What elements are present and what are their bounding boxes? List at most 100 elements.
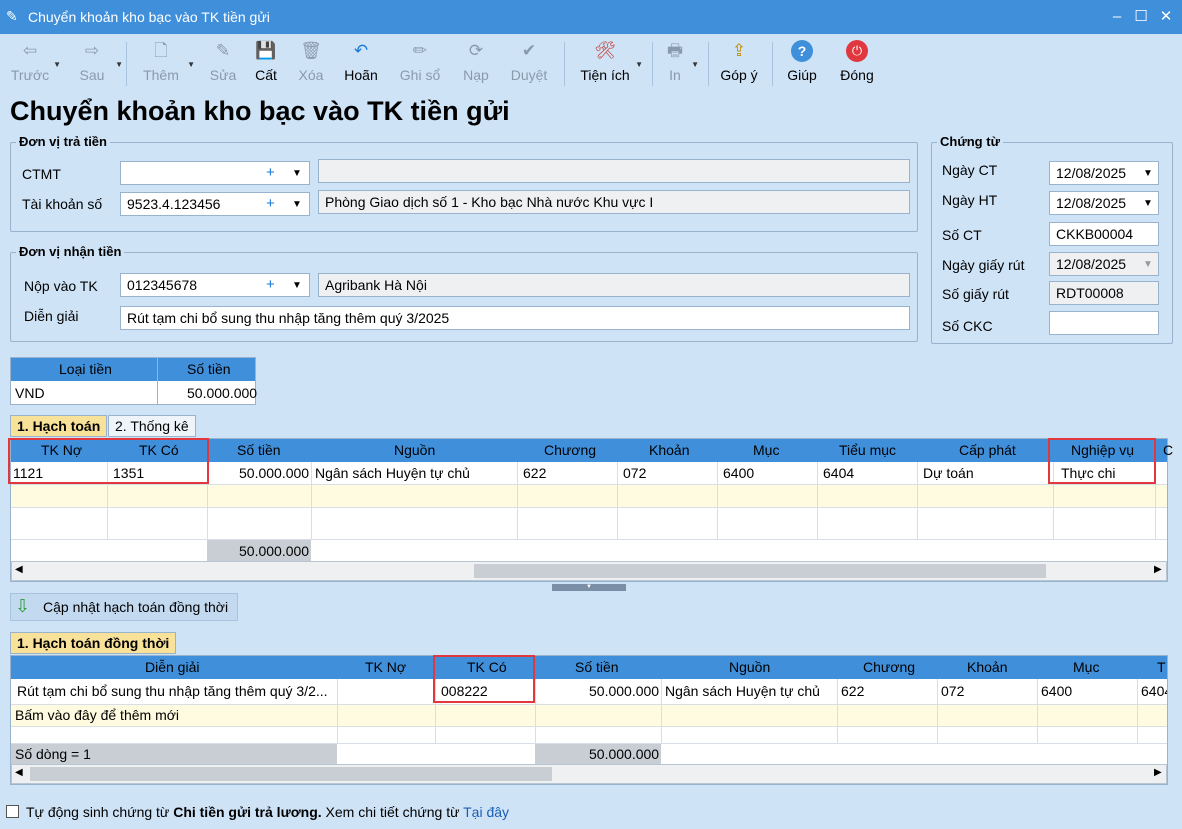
add-icon[interactable]: + bbox=[266, 276, 275, 293]
dropdown-icon[interactable]: ▼ bbox=[115, 60, 123, 69]
maximize-button[interactable]: ☐ bbox=[1130, 6, 1152, 28]
row-amount[interactable]: 50.000.000 bbox=[589, 683, 659, 699]
column-divider bbox=[817, 462, 818, 540]
add-icon[interactable]: + bbox=[266, 195, 275, 212]
utility-button[interactable]: 🛠 Tiện ích ▼ bbox=[576, 34, 643, 92]
row-source[interactable]: Ngân sách Huyện tự chủ bbox=[315, 465, 470, 481]
add-button[interactable]: 🗋 Thêm ▼ bbox=[136, 34, 195, 92]
save-button[interactable]: 💾 Cất bbox=[248, 34, 284, 92]
row-count: Số dòng = 1 bbox=[15, 746, 91, 762]
page-title: Chuyển khoản kho bạc vào TK tiền gửi bbox=[10, 96, 510, 126]
row-amount[interactable]: 50.000.000 bbox=[239, 465, 309, 481]
scroll-thumb[interactable] bbox=[30, 767, 552, 781]
new-row[interactable] bbox=[11, 484, 1167, 507]
update-accounting-button[interactable]: ⇩ Cập nhật hạch toán đồng thời bbox=[10, 593, 238, 621]
currency-type[interactable]: VND bbox=[15, 385, 45, 401]
scroll-thumb[interactable] bbox=[474, 564, 1046, 578]
row-chapter[interactable]: 622 bbox=[523, 465, 546, 481]
auto-generate-checkbox[interactable] bbox=[6, 805, 19, 818]
row-khoan[interactable]: 072 bbox=[941, 683, 964, 699]
description-input[interactable]: Rút tạm chi bổ sung thu nhập tăng thêm q… bbox=[120, 306, 910, 330]
feedback-button[interactable]: ⇪ Góp ý bbox=[716, 34, 762, 92]
close-window-button[interactable]: ✕ bbox=[1155, 6, 1177, 28]
undo-button[interactable]: ↶ Hoãn bbox=[338, 34, 384, 92]
dropdown-icon[interactable]: ▼ bbox=[53, 60, 61, 69]
delete-document-icon: 🗑 bbox=[300, 41, 322, 60]
row-muc[interactable]: 6400 bbox=[723, 465, 754, 481]
chevron-down-icon[interactable]: ▼ bbox=[292, 280, 302, 291]
minimize-button[interactable]: ‒ bbox=[1106, 6, 1128, 28]
tab-concurrent-accounting[interactable]: 1. Hạch toán đồng thời bbox=[10, 632, 177, 654]
so-ckc-input[interactable] bbox=[1049, 311, 1159, 335]
approve-button[interactable]: ✔ Duyệt bbox=[504, 34, 554, 92]
load-button[interactable]: ⟳ Nạp bbox=[456, 34, 496, 92]
row-description[interactable]: Rút tạm chi bổ sung thu nhập tăng thêm q… bbox=[17, 683, 333, 699]
new-document-icon: 🗋 bbox=[154, 41, 168, 60]
col-muc: Mục bbox=[753, 442, 780, 458]
edit-button[interactable]: ✎ Sửa bbox=[203, 34, 243, 92]
currency-amount[interactable]: 50.000.000 bbox=[187, 385, 257, 401]
add-new-row[interactable] bbox=[11, 704, 1167, 726]
help-button[interactable]: ? Giúp bbox=[782, 34, 822, 92]
horizontal-scrollbar[interactable]: ◀ ▶ bbox=[11, 764, 1167, 784]
scroll-right-icon[interactable]: ▶ bbox=[1154, 564, 1162, 575]
print-button[interactable]: 🖶 In ▼ bbox=[660, 34, 699, 92]
so-ct-input[interactable]: CKKB00004 bbox=[1049, 222, 1159, 246]
account-name-field: Phòng Giao dịch số 1 - Kho bạc Nhà nước … bbox=[318, 190, 910, 214]
close-button[interactable]: ⏻ Đóng bbox=[834, 34, 880, 92]
toolbar-separator bbox=[564, 42, 565, 86]
tab-accounting[interactable]: 1. Hạch toán bbox=[10, 415, 108, 437]
col-amount: Số tiền bbox=[575, 659, 619, 675]
currency-table: Loại tiền Số tiền VND 50.000.000 bbox=[10, 357, 257, 405]
horizontal-scrollbar[interactable]: ◀ ▶ bbox=[11, 561, 1167, 581]
dropdown-icon[interactable]: ▼ bbox=[187, 60, 195, 69]
col-description: Diễn giải bbox=[145, 659, 200, 675]
so-ckc-label: Số CKC bbox=[942, 318, 993, 334]
row-tieu-muc[interactable]: 6404 bbox=[1141, 683, 1167, 699]
detail-link[interactable]: Tại đây bbox=[463, 804, 509, 820]
col-tk-no: TK Nợ bbox=[365, 659, 407, 675]
toolbar-separator bbox=[652, 42, 653, 86]
row-divider bbox=[11, 484, 1167, 485]
prev-button[interactable]: ⇦ Trước ▼ bbox=[8, 34, 61, 92]
row-muc[interactable]: 6400 bbox=[1041, 683, 1072, 699]
grid-total: 50.000.000 bbox=[239, 543, 310, 559]
deposit-account-combo[interactable]: 012345678 bbox=[120, 273, 310, 297]
dropdown-icon[interactable]: ▼ bbox=[635, 60, 643, 69]
row-khoan[interactable]: 072 bbox=[623, 465, 646, 481]
dropdown-icon[interactable]: ▼ bbox=[691, 60, 699, 69]
row-source[interactable]: Ngân sách Huyện tự chủ bbox=[665, 683, 820, 699]
tab-statistics[interactable]: 2. Thống kê bbox=[108, 415, 196, 437]
scroll-left-icon[interactable]: ◀ bbox=[15, 564, 23, 575]
voucher-group-title: Chứng từ bbox=[937, 134, 1003, 149]
chevron-down-icon[interactable]: ▼ bbox=[1143, 198, 1153, 209]
row-tieu-muc[interactable]: 6404 bbox=[823, 465, 854, 481]
chevron-down-icon[interactable]: ▼ bbox=[1143, 168, 1153, 179]
currency-amount-header: Số tiền bbox=[187, 361, 231, 377]
chevron-down-icon[interactable]: ▼ bbox=[292, 199, 302, 210]
title-bar: ✎ Chuyển khoản kho bạc vào TK tiền gửi ‒… bbox=[0, 0, 1182, 34]
chevron-down-icon[interactable]: ▼ bbox=[292, 168, 302, 179]
power-icon: ⏻ bbox=[846, 40, 868, 62]
grid-total: 50.000.000 bbox=[589, 746, 660, 762]
scroll-left-icon[interactable]: ◀ bbox=[15, 767, 23, 778]
add-icon[interactable]: + bbox=[266, 164, 275, 181]
row-chapter[interactable]: 622 bbox=[841, 683, 864, 699]
refresh-icon: ⟳ bbox=[468, 41, 484, 60]
date-ct-label: Ngày CT bbox=[942, 162, 998, 178]
delete-button[interactable]: 🗑 Xóa bbox=[292, 34, 330, 92]
ctmt-combo[interactable] bbox=[120, 161, 310, 185]
payer-group-title: Đơn vị trả tiền bbox=[16, 134, 110, 149]
deposit-label: Nộp vào TK bbox=[24, 278, 98, 294]
floppy-disk-icon: 💾 bbox=[255, 41, 277, 60]
toolbar-separator bbox=[772, 42, 773, 86]
add-new-hint[interactable]: Bấm vào đây để thêm mới bbox=[15, 707, 179, 723]
scroll-right-icon[interactable]: ▶ bbox=[1154, 767, 1162, 778]
column-divider bbox=[517, 462, 518, 540]
post-button[interactable]: ✏ Ghi sổ bbox=[396, 34, 444, 92]
next-button[interactable]: ⇨ Sau ▼ bbox=[70, 34, 123, 92]
splitter-handle[interactable]: ▼ bbox=[552, 584, 626, 591]
account-combo[interactable]: 9523.4.123456 bbox=[120, 192, 310, 216]
row-cap-phat[interactable]: Dự toán bbox=[923, 465, 974, 481]
col-khoan: Khoản bbox=[649, 442, 690, 458]
